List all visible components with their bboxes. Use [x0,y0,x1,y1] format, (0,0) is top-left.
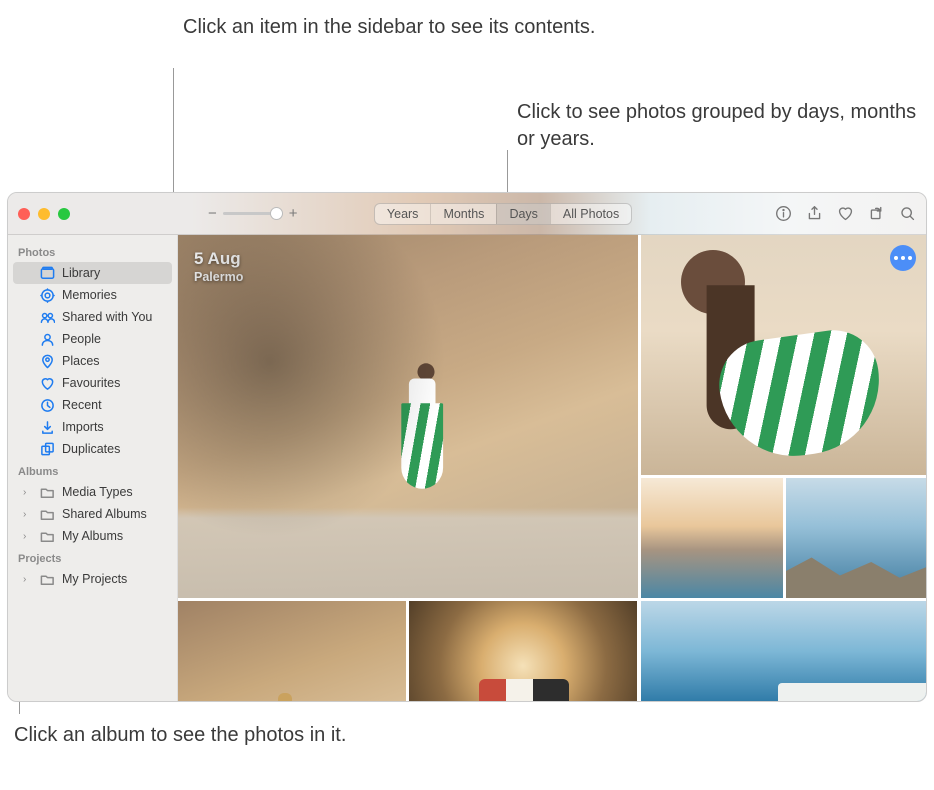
zoom-track[interactable] [223,212,283,215]
sidebar-item-shared-albums[interactable]: › Shared Albums [13,503,172,525]
chevron-right-icon[interactable]: › [23,574,32,585]
callout-sidebar-text: Click an item in the sidebar to see its … [183,16,595,38]
photo-grid: 5 Aug Palermo [178,235,926,701]
sidebar-item-label: My Projects [62,572,127,586]
zoom-thumb[interactable] [270,207,283,220]
memories-icon [39,287,55,303]
photos-window: − + Years Months Days All Photos Photos … [7,192,927,702]
photo-tile[interactable] [641,478,783,598]
segment-months[interactable]: Months [430,204,496,224]
sidebar-item-duplicates[interactable]: › Duplicates [13,438,172,460]
search-icon[interactable] [899,205,916,222]
places-icon [39,353,55,369]
person-figure [681,250,745,314]
close-button[interactable] [18,208,30,220]
sidebar-item-shared-with-you[interactable]: › Shared with You [13,306,172,328]
sidebar: Photos › Library › Memories › Shared wit… [8,235,178,701]
zoom-out-label: − [208,205,217,222]
more-options-button[interactable] [890,245,916,271]
zoom-in-label: + [289,205,298,222]
hero-label: 5 Aug Palermo [194,249,243,284]
share-icon[interactable] [806,205,823,222]
segment-all-photos[interactable]: All Photos [550,204,631,224]
photo-tile[interactable] [409,601,637,701]
sidebar-item-label: Imports [62,420,104,434]
callout-segmented-text: Click to see photos grouped by days, mon… [517,101,916,150]
sidebar-item-library[interactable]: › Library [13,262,172,284]
section-photos-label: Photos [8,241,177,262]
titlebar: − + Years Months Days All Photos [8,193,926,235]
chevron-right-icon[interactable]: › [23,487,32,498]
folder-icon [39,484,55,500]
photo-tile[interactable] [786,478,926,598]
callout-albums-text: Click an album to see the photos in it. [14,724,346,746]
person-figure [409,363,443,488]
sidebar-item-label: Recent [62,398,102,412]
sidebar-item-label: Places [62,354,100,368]
sidebar-item-label: Favourites [62,376,120,390]
info-icon[interactable] [775,205,792,222]
heart-icon[interactable] [837,205,854,222]
hero-date: 5 Aug [194,249,243,269]
duplicates-icon [39,441,55,457]
sidebar-item-label: Media Types [62,485,133,499]
sidebar-item-label: Memories [62,288,117,302]
callout-segmented: Click to see photos grouped by days, mon… [517,99,934,153]
hero-place: Palermo [194,270,243,284]
section-projects-label: Projects [8,547,177,568]
sidebar-item-label: Shared with You [62,310,152,324]
chevron-right-icon[interactable]: › [23,531,32,542]
sidebar-item-label: Duplicates [62,442,120,456]
recent-icon [39,397,55,413]
photo-tile[interactable] [178,601,406,701]
sidebar-item-people[interactable]: › People [13,328,172,350]
segment-years[interactable]: Years [375,204,431,224]
view-segmented-control: Years Months Days All Photos [374,203,632,225]
chevron-right-icon[interactable]: › [23,509,32,520]
toolbar-right [775,205,916,222]
sidebar-item-label: Shared Albums [62,507,147,521]
sidebar-item-my-albums[interactable]: › My Albums [13,525,172,547]
imports-icon [39,419,55,435]
rotate-icon[interactable] [868,205,885,222]
sidebar-item-my-projects[interactable]: › My Projects [13,568,172,590]
zoom-slider[interactable]: − + [208,205,298,222]
folder-icon [39,528,55,544]
sidebar-item-media-types[interactable]: › Media Types [13,481,172,503]
people-icon [39,331,55,347]
callout-seg-leader [507,150,508,195]
segment-days[interactable]: Days [496,204,549,224]
maximise-button[interactable] [58,208,70,220]
photo-tile-hero[interactable]: 5 Aug Palermo [178,235,638,598]
sidebar-item-memories[interactable]: › Memories [13,284,172,306]
section-albums-label: Albums [8,460,177,481]
callout-sidebar: Click an item in the sidebar to see its … [183,14,595,41]
folder-icon [39,571,55,587]
minimise-button[interactable] [38,208,50,220]
folder-icon [39,506,55,522]
sidebar-item-label: My Albums [62,529,123,543]
sidebar-item-recent[interactable]: › Recent [13,394,172,416]
sidebar-item-label: People [62,332,101,346]
sidebar-item-imports[interactable]: › Imports [13,416,172,438]
library-icon [39,265,55,281]
sidebar-item-places[interactable]: › Places [13,350,172,372]
window-controls [18,208,70,220]
callout-albums: Click an album to see the photos in it. [14,722,346,749]
photo-tile[interactable] [641,235,926,475]
shared-with-you-icon [39,309,55,325]
favourites-icon [39,375,55,391]
sidebar-item-label: Library [62,266,100,280]
sidebar-item-favourites[interactable]: › Favourites [13,372,172,394]
photo-tile[interactable] [641,601,926,701]
